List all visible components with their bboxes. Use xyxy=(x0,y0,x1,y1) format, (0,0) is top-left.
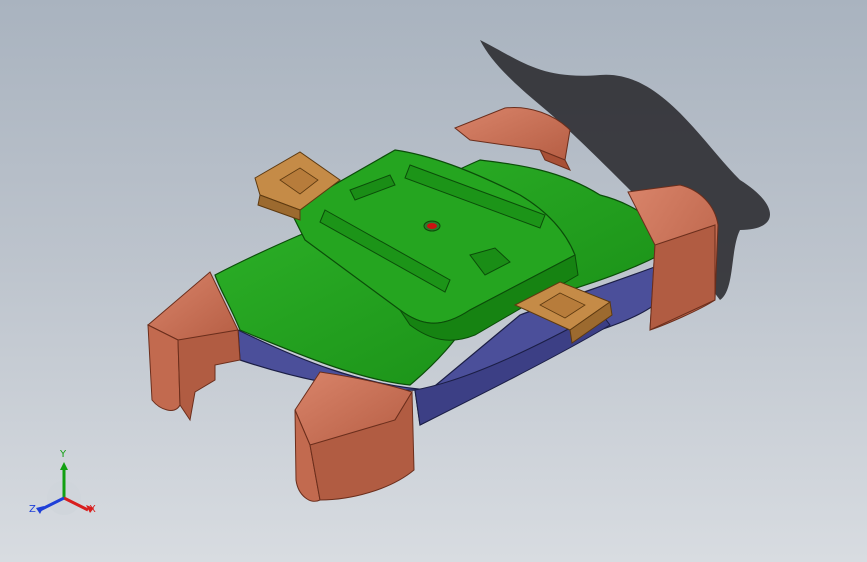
clip-rear-left[interactable] xyxy=(454,106,572,171)
triad-x-label: X xyxy=(89,504,96,515)
triad-z-label: Z xyxy=(29,504,36,515)
triad-y-label: Y xyxy=(60,449,67,460)
coordinate-triad: Y X Z xyxy=(26,450,106,525)
model-canvas[interactable] xyxy=(0,0,867,562)
graphics-viewport[interactable]: Y X Z xyxy=(0,0,867,562)
clip-front-right[interactable] xyxy=(294,371,415,502)
status-indicator-light[interactable] xyxy=(423,220,441,232)
